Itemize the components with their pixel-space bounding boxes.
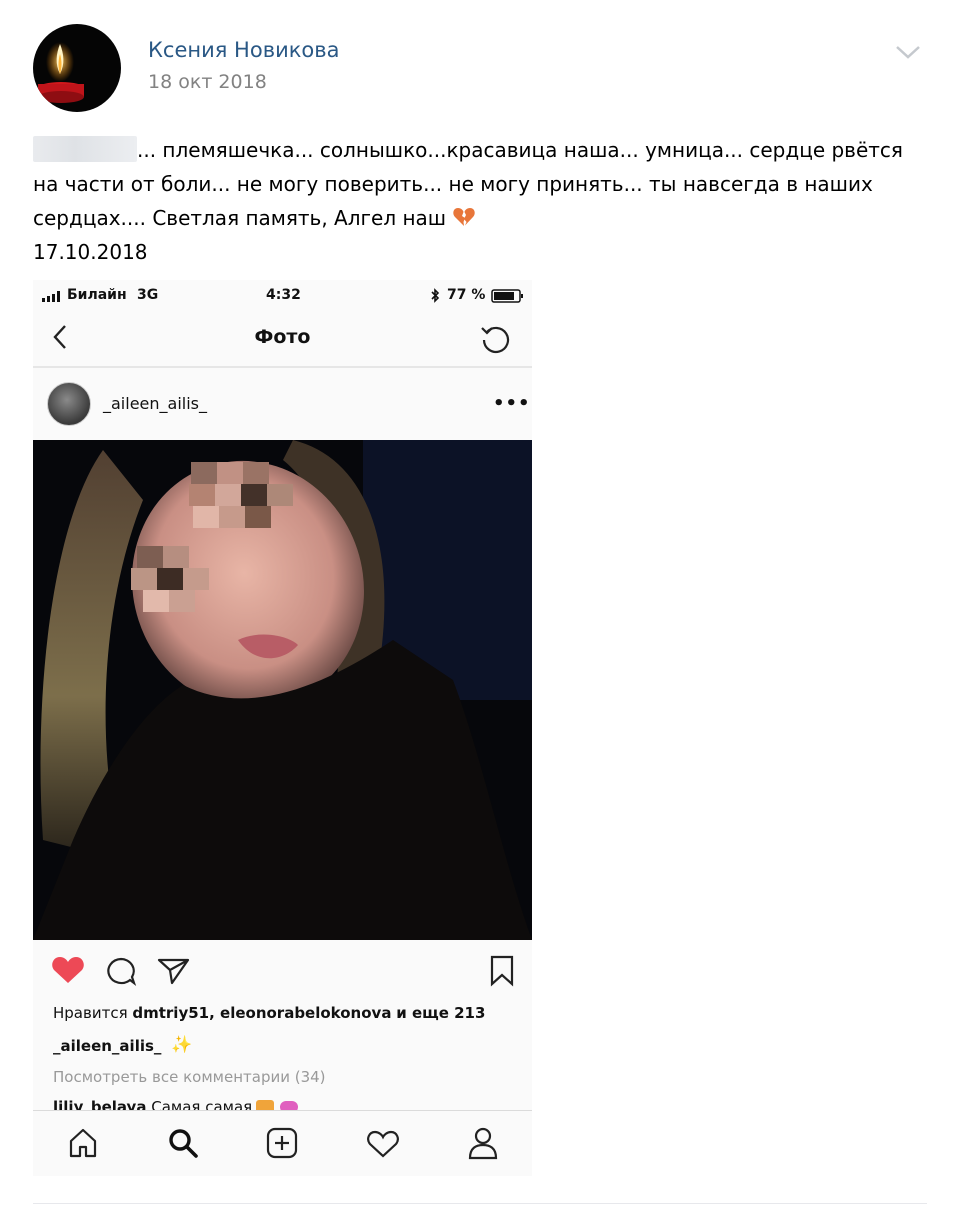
likes-prefix: Нравится (53, 1004, 128, 1022)
likes-suffix[interactable]: и еще 213 (396, 1004, 485, 1022)
likes-line[interactable]: Нравится dmtriy51, eleonorabelokonova и … (53, 1004, 485, 1022)
broken-heart-icon (453, 208, 476, 226)
home-icon[interactable] (67, 1127, 99, 1159)
instagram-screenshot: Билайн 3G 4:32 77 % Фото _aileen_ailis_ … (33, 280, 532, 1176)
author-avatar[interactable] (33, 24, 121, 112)
tab-bar (33, 1110, 532, 1176)
post-text: ... племяшечка... солнышко...красавица н… (33, 133, 933, 269)
sparkles-icon: ✨ (171, 1035, 193, 1055)
carrier: Билайн (67, 287, 127, 303)
ig-user-avatar[interactable] (47, 382, 91, 426)
post-photo[interactable] (33, 440, 532, 940)
activity-icon[interactable] (366, 1129, 400, 1159)
status-time: 4:32 (266, 287, 301, 303)
blurred-name (33, 136, 137, 162)
profile-icon[interactable] (467, 1126, 499, 1160)
battery-icon (491, 289, 523, 303)
post-date[interactable]: 18 окт 2018 (148, 71, 267, 93)
post-divider (33, 1203, 927, 1204)
add-icon[interactable] (266, 1127, 298, 1159)
comment-icon[interactable] (105, 956, 137, 986)
heart-icon[interactable] (51, 955, 85, 985)
signal-icon (42, 291, 60, 302)
bookmark-icon[interactable] (489, 955, 515, 987)
view-comments-link[interactable]: Посмотреть все комментарии (34) (53, 1068, 326, 1086)
search-icon[interactable] (167, 1127, 199, 1159)
candle-image (38, 42, 84, 103)
nav-divider (33, 366, 532, 368)
more-icon[interactable]: ••• (493, 393, 531, 414)
post-text-date: 17.10.2018 (33, 240, 148, 264)
author-name[interactable]: Ксения Новикова (148, 38, 340, 62)
chevron-down-icon[interactable] (895, 44, 921, 60)
network-type: 3G (137, 287, 159, 303)
nav-title: Фото (254, 326, 311, 348)
caption-username[interactable]: _aileen_ailis_ (53, 1037, 161, 1055)
ig-username[interactable]: _aileen_ailis_ (103, 394, 207, 413)
bluetooth-icon (431, 288, 440, 303)
likes-users[interactable]: dmtriy51, eleonorabelokonova (132, 1004, 391, 1022)
battery-percent: 77 % (447, 287, 486, 303)
send-icon[interactable] (157, 956, 191, 986)
portrait-image (33, 440, 532, 940)
refresh-icon[interactable] (479, 322, 513, 356)
